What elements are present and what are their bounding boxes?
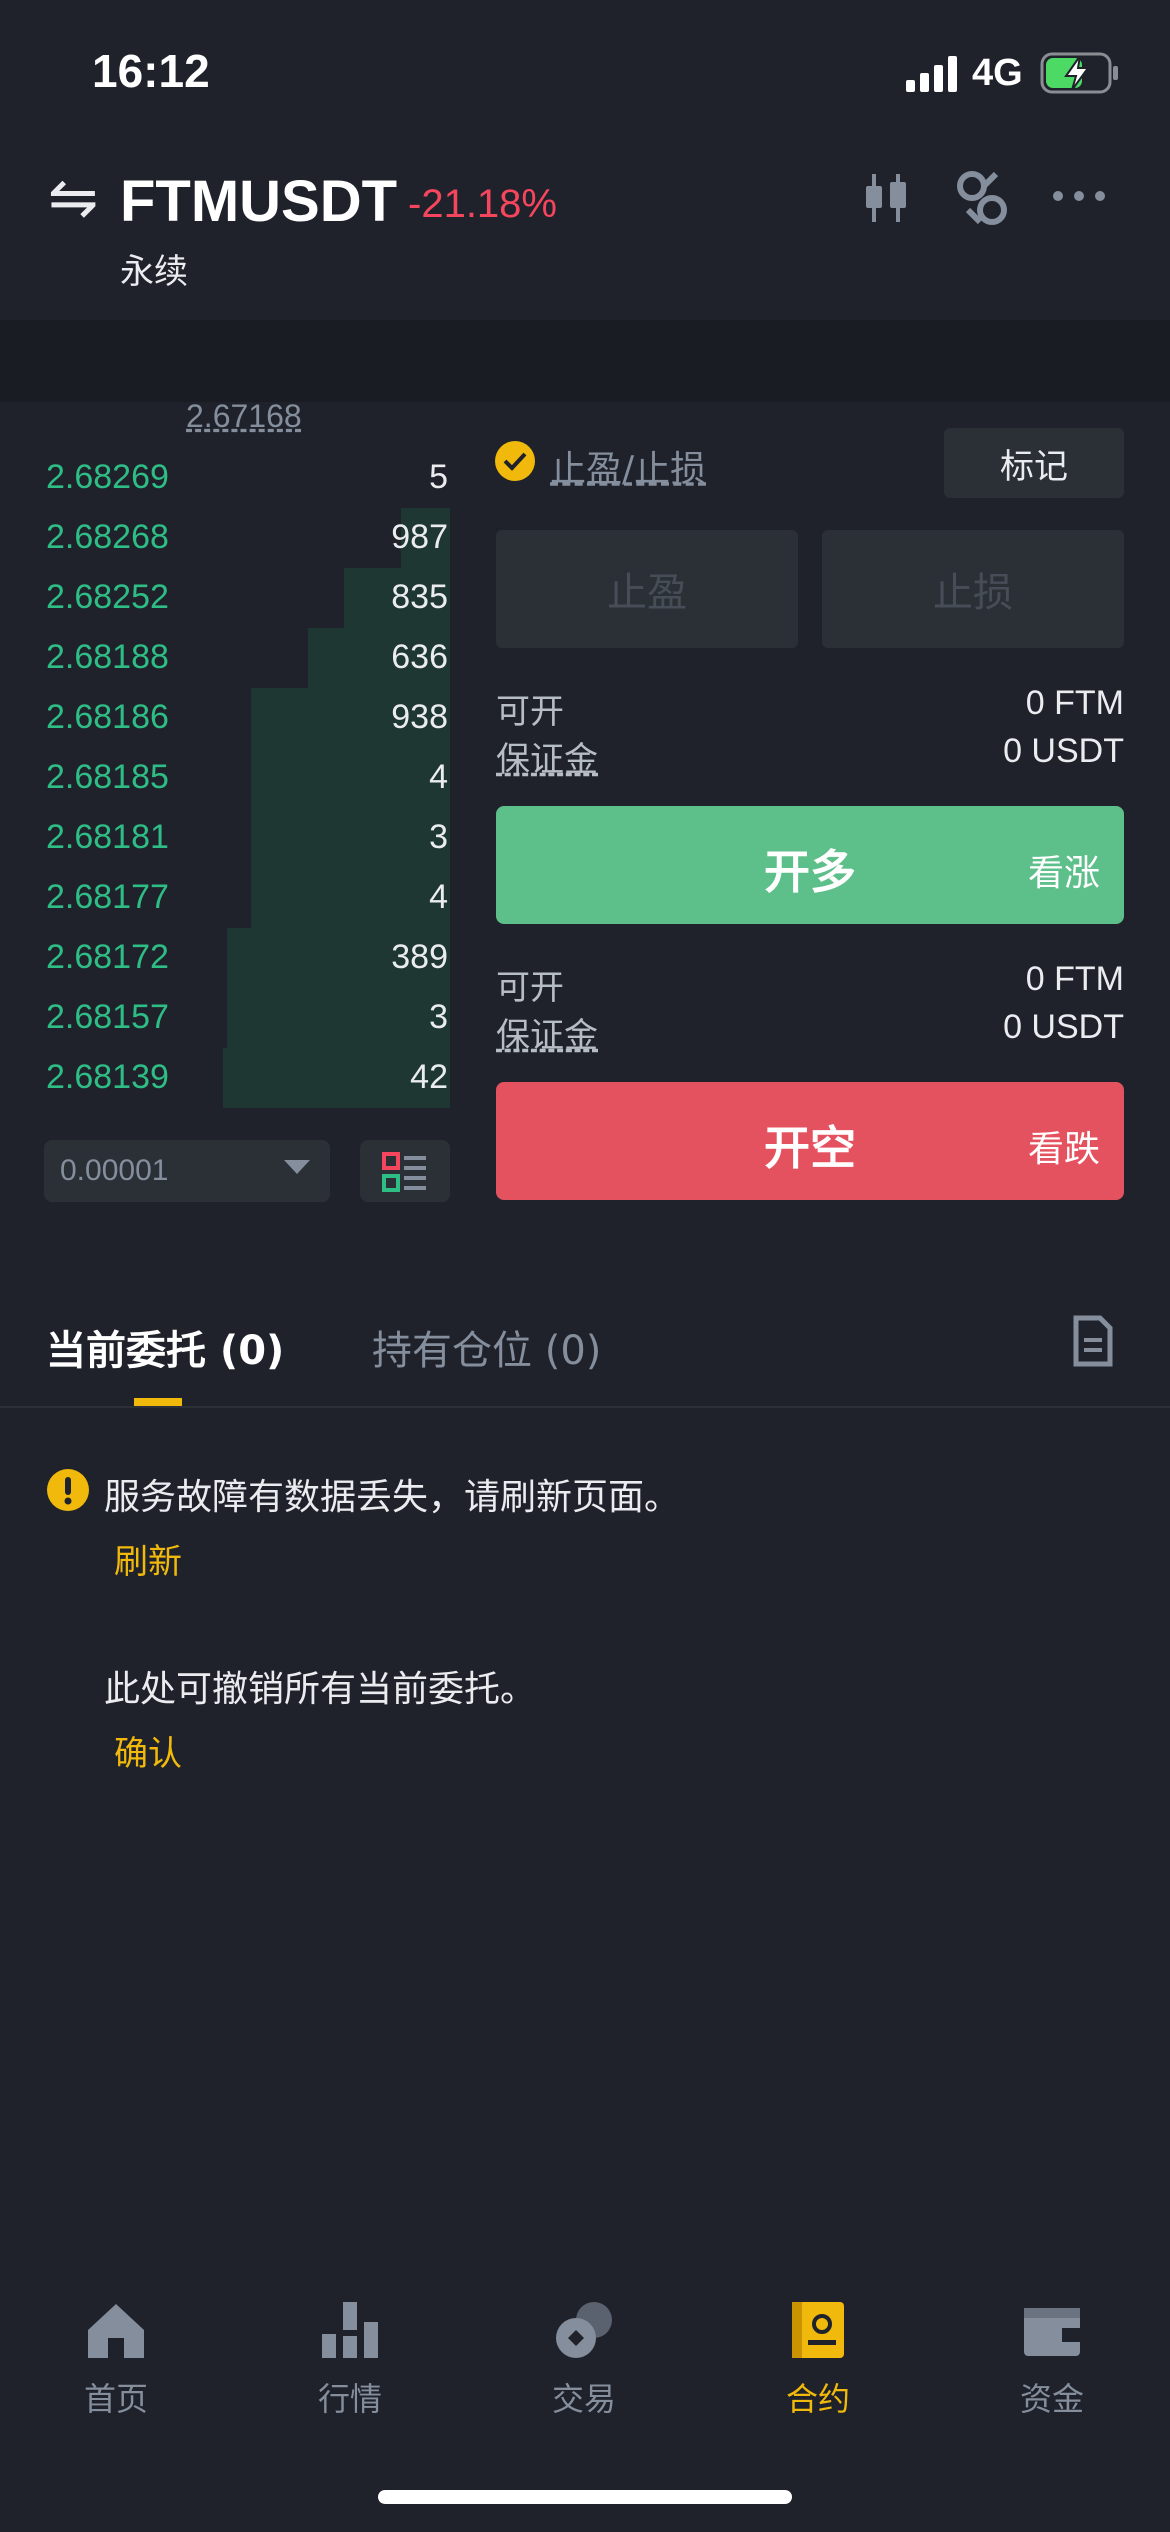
tab-divider bbox=[0, 1406, 1170, 1408]
order-book-row[interactable]: 2.68157 3 bbox=[44, 988, 450, 1048]
depth-bar bbox=[251, 808, 450, 868]
row-price: 2.68186 bbox=[46, 698, 169, 736]
order-book-row[interactable]: 2.68188 636 bbox=[44, 628, 450, 688]
nav-label: 合约 bbox=[785, 2380, 850, 2418]
open-short-button[interactable]: 开空 看跌 bbox=[496, 1082, 1124, 1200]
nav-label: 交易 bbox=[551, 2380, 616, 2418]
order-book-row[interactable]: 2.68252 835 bbox=[44, 568, 450, 628]
row-price: 2.68181 bbox=[46, 818, 169, 856]
short-open-label: 可开 bbox=[496, 968, 564, 1008]
long-open-label: 可开 bbox=[496, 692, 564, 732]
precision-value: 0.00001 bbox=[60, 1154, 169, 1187]
row-price: 2.68177 bbox=[46, 878, 169, 916]
nav-futures[interactable]: 合约 bbox=[738, 2300, 898, 2420]
row-qty: 4 bbox=[429, 758, 448, 796]
network-type: 4G bbox=[972, 52, 1023, 94]
row-qty: 4 bbox=[429, 878, 448, 916]
row-qty: 636 bbox=[391, 638, 448, 676]
nav-label: 资金 bbox=[1019, 2380, 1084, 2418]
nav-markets[interactable]: 行情 bbox=[270, 2300, 430, 2420]
long-margin-value: 0 USDT bbox=[1003, 732, 1124, 770]
row-price: 2.68252 bbox=[46, 578, 169, 616]
row-price: 2.68269 bbox=[46, 458, 169, 496]
active-tab-indicator bbox=[134, 1398, 182, 1406]
mid-price: 2.67168 bbox=[186, 398, 302, 434]
short-margin-value: 0 USDT bbox=[1003, 1008, 1124, 1046]
more-icon[interactable] bbox=[1052, 186, 1106, 206]
stop-loss-input[interactable]: 止损 bbox=[822, 530, 1124, 648]
status-time: 16:12 bbox=[92, 45, 210, 97]
link-icon[interactable] bbox=[956, 170, 1008, 226]
open-long-button[interactable]: 开多 看涨 bbox=[496, 806, 1124, 924]
nav-label: 首页 bbox=[83, 2380, 148, 2418]
row-qty: 3 bbox=[429, 998, 448, 1036]
order-book-row[interactable]: 2.68172 389 bbox=[44, 928, 450, 988]
tab-positions[interactable]: 持有仓位 (0) bbox=[372, 1318, 601, 1376]
open-short-sublabel: 看跌 bbox=[1027, 1129, 1100, 1170]
depth-bar bbox=[227, 988, 450, 1048]
battery-icon bbox=[1040, 52, 1118, 94]
row-qty: 938 bbox=[391, 698, 448, 736]
depth-bar bbox=[251, 868, 450, 928]
row-price: 2.68268 bbox=[46, 518, 169, 556]
row-qty: 3 bbox=[429, 818, 448, 856]
row-price: 2.68172 bbox=[46, 938, 169, 976]
order-book-row[interactable]: 2.68269 5 bbox=[44, 448, 450, 508]
short-open-value: 0 FTM bbox=[1025, 960, 1124, 998]
order-book-row[interactable]: 2.68186 938 bbox=[44, 688, 450, 748]
long-margin-label: 保证金 bbox=[496, 740, 598, 780]
error-message: 服务故障有数据丢失，请刷新页面。 bbox=[104, 1477, 681, 1518]
futures-icon bbox=[792, 2302, 844, 2358]
refresh-link[interactable]: 刷新 bbox=[114, 1534, 182, 1583]
row-qty: 42 bbox=[410, 1058, 448, 1096]
tpsl-label[interactable]: 止盈/止损 bbox=[550, 440, 706, 492]
document-icon[interactable] bbox=[1072, 1314, 1114, 1368]
row-price: 2.68139 bbox=[46, 1058, 169, 1096]
order-book-row[interactable]: 2.68177 4 bbox=[44, 868, 450, 928]
caret-down-icon bbox=[284, 1160, 310, 1174]
order-book-row[interactable]: 2.68139 42 bbox=[44, 1048, 450, 1108]
row-qty: 987 bbox=[391, 518, 448, 556]
nav-wallet[interactable]: 资金 bbox=[972, 2300, 1132, 2420]
confirm-link[interactable]: 确认 bbox=[114, 1726, 182, 1775]
order-book-row[interactable]: 2.68185 4 bbox=[44, 748, 450, 808]
open-long-sublabel: 看涨 bbox=[1027, 853, 1100, 894]
switch-pair-icon[interactable]: ⇋ bbox=[48, 168, 98, 228]
order-book-layout-button[interactable] bbox=[360, 1140, 450, 1202]
depth-bar bbox=[251, 748, 450, 808]
markets-icon bbox=[322, 2302, 378, 2358]
layout-icon bbox=[382, 1152, 426, 1192]
tab-open-orders[interactable]: 当前委托 (0) bbox=[46, 1318, 284, 1376]
candlestick-chart-icon[interactable] bbox=[862, 170, 910, 226]
order-book-row[interactable]: 2.68181 3 bbox=[44, 808, 450, 868]
price-change: -21.18% bbox=[408, 182, 557, 226]
row-price: 2.68185 bbox=[46, 758, 169, 796]
precision-select[interactable]: 0.00001 bbox=[44, 1140, 330, 1202]
row-price: 2.68188 bbox=[46, 638, 169, 676]
home-icon bbox=[88, 2304, 144, 2358]
tpsl-checkbox-icon[interactable] bbox=[494, 440, 536, 482]
home-indicator bbox=[378, 2490, 792, 2504]
trade-icon bbox=[556, 2302, 612, 2358]
signal-icon bbox=[906, 56, 957, 92]
info-banner bbox=[0, 320, 1170, 402]
nav-label: 行情 bbox=[317, 2380, 382, 2418]
short-margin-label: 保证金 bbox=[496, 1016, 598, 1056]
warning-icon bbox=[47, 1469, 89, 1511]
long-open-value: 0 FTM bbox=[1025, 684, 1124, 722]
row-price: 2.68157 bbox=[46, 998, 169, 1036]
take-profit-input[interactable]: 止盈 bbox=[496, 530, 798, 648]
cancel-all-hint: 此处可撤销所有当前委托。 bbox=[104, 1669, 537, 1710]
row-qty: 835 bbox=[391, 578, 448, 616]
nav-home[interactable]: 首页 bbox=[36, 2300, 196, 2420]
wallet-icon bbox=[1024, 2308, 1080, 2356]
pair-symbol[interactable]: FTMUSDT bbox=[120, 168, 397, 235]
nav-trade[interactable]: 交易 bbox=[504, 2300, 664, 2420]
contract-type: 永续 bbox=[120, 252, 188, 292]
row-qty: 389 bbox=[391, 938, 448, 976]
mark-price-button[interactable]: 标记 bbox=[944, 428, 1124, 498]
row-qty: 5 bbox=[429, 458, 448, 496]
order-book-row[interactable]: 2.68268 987 bbox=[44, 508, 450, 568]
